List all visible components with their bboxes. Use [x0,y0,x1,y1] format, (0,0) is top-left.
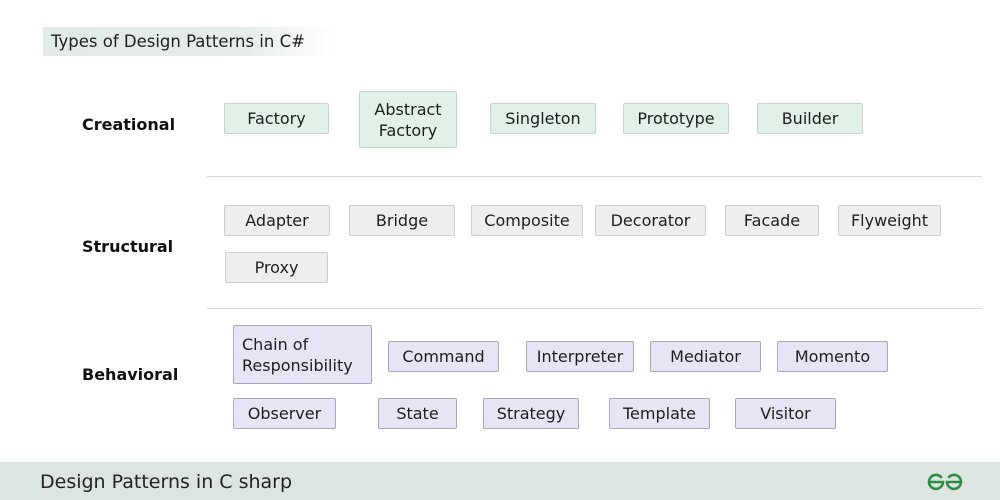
footer-caption: Design Patterns in C sharp [40,471,293,493]
category-label-behavioral: Behavioral [82,365,179,384]
pattern-flyweight: Flyweight [838,205,941,236]
category-label-structural: Structural [82,237,174,256]
pattern-command: Command [388,341,499,372]
pattern-observer: Observer [233,398,336,429]
pattern-momento: Momento [777,341,888,372]
pattern-factory: Factory [224,103,329,134]
pattern-state: State [378,398,457,429]
pattern-interpreter: Interpreter [526,341,634,372]
pattern-bridge: Bridge [349,205,455,236]
divider [207,176,982,177]
pattern-prototype: Prototype [623,103,729,134]
pattern-adapter: Adapter [224,205,330,236]
pattern-abstract-factory: Abstract Factory [359,91,457,148]
divider [207,308,982,309]
pattern-visitor: Visitor [735,398,836,429]
pattern-strategy: Strategy [483,398,579,429]
category-label-creational: Creational [82,115,176,134]
pattern-template: Template [609,398,710,429]
footer-bar: Design Patterns in C sharp [0,462,1000,500]
pattern-facade: Facade [725,205,819,236]
pattern-builder: Builder [757,103,863,134]
pattern-decorator: Decorator [595,205,706,236]
pattern-mediator: Mediator [650,341,761,372]
diagram-title: Types of Design Patterns in C# [43,27,333,56]
pattern-chain-of-responsibility: Chain of Responsibility [233,325,372,384]
geeksforgeeks-logo-icon[interactable] [927,472,963,492]
pattern-composite: Composite [471,205,583,236]
pattern-proxy: Proxy [225,252,328,283]
pattern-singleton: Singleton [490,103,596,134]
